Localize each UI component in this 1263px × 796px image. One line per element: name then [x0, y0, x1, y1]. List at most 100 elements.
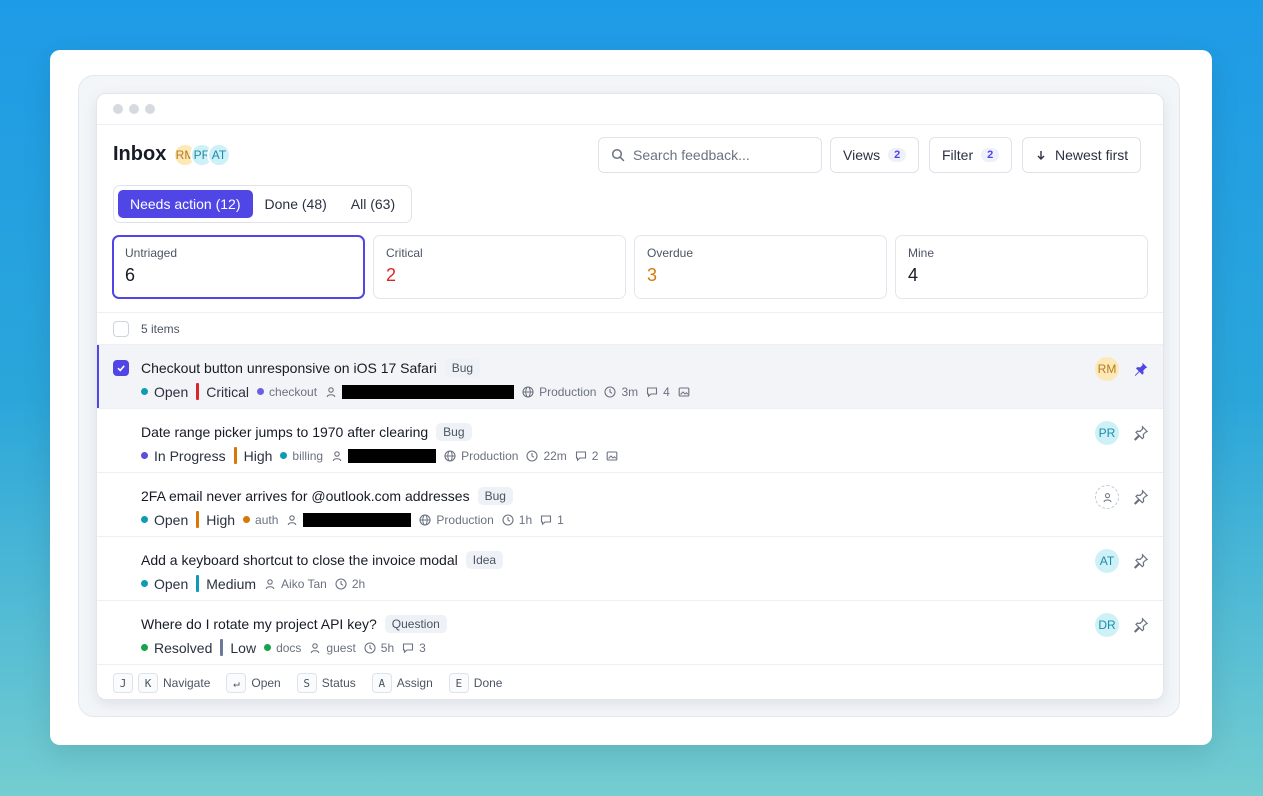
globe-icon [419, 513, 431, 526]
priority-bar [233, 447, 237, 464]
area-label: docs [264, 641, 301, 655]
search-input[interactable] [633, 147, 803, 163]
reporter [331, 448, 437, 463]
row-checkbox[interactable] [113, 360, 129, 376]
environment: Production [522, 385, 596, 399]
attachment [678, 386, 690, 398]
item-title[interactable]: Checkout button unresponsive on iOS 17 S… [141, 360, 437, 376]
search-box[interactable] [598, 137, 822, 173]
filter-button[interactable]: Filter 2 [929, 137, 1013, 173]
env-label: Production [539, 384, 597, 399]
reporter [325, 384, 515, 399]
tab-needs-action[interactable]: Needs action (12) [118, 190, 253, 218]
age-label: 22m [543, 448, 567, 463]
item-title[interactable]: Date range picker jumps to 1970 after cl… [141, 424, 428, 440]
list-item[interactable]: Checkout button unresponsive on iOS 17 S… [97, 345, 1163, 409]
user-icon [332, 450, 342, 461]
window-dot-close[interactable] [113, 104, 123, 114]
avatar[interactable]: AT [207, 143, 231, 167]
comment-count: 2 [591, 448, 599, 463]
status-indicator[interactable]: Resolved [141, 640, 212, 656]
sort-button[interactable]: Newest first [1022, 137, 1142, 173]
area-dot [243, 516, 251, 523]
team-avatars: RM PR AT [173, 143, 231, 167]
shortcut-assign: A Assign [371, 673, 433, 693]
age: 3m [604, 385, 638, 399]
age-label: 5h [380, 640, 395, 655]
stat-card-overdue[interactable]: Overdue 3 [634, 235, 887, 299]
area-dot [257, 388, 265, 395]
env-label: Production [436, 512, 494, 527]
list-item[interactable]: Date range picker jumps to 1970 after cl… [97, 409, 1163, 473]
item-title[interactable]: Where do I rotate my project API key? [141, 616, 377, 632]
comments: 4 [646, 385, 670, 399]
stat-cards: Untriaged 6 Critical 2 Overdue 3 Mine 4 [112, 235, 1148, 299]
stat-card-critical[interactable]: Critical 2 [373, 235, 626, 299]
assignee-avatar[interactable]: PR [1095, 421, 1119, 445]
status-indicator[interactable]: Open [141, 384, 188, 400]
item-title[interactable]: Add a keyboard shortcut to close the inv… [141, 552, 458, 568]
views-button[interactable]: Views 2 [830, 137, 920, 173]
assignee-avatar[interactable]: RM [1095, 357, 1119, 381]
status-label: In Progress [154, 447, 226, 464]
unassigned-avatar[interactable] [1095, 485, 1119, 509]
stat-value: 2 [386, 265, 397, 285]
tab-done[interactable]: Done (48) [253, 190, 339, 218]
status-label: Open [154, 575, 189, 592]
shortcut-navigate: J K Navigate [113, 673, 210, 693]
list-item[interactable]: 2FA email never arrives for @outlook.com… [97, 473, 1163, 537]
stat-card-untriaged[interactable]: Untriaged 6 [112, 235, 365, 299]
priority-indicator[interactable]: Low [220, 639, 256, 656]
item-count: 5 items [141, 321, 180, 336]
age-label: 2h [351, 576, 366, 591]
window-dot-maximize[interactable] [145, 104, 155, 114]
comment-icon [403, 642, 414, 653]
pin-icon[interactable] [1133, 425, 1149, 441]
area-label: billing [280, 449, 323, 463]
key-cap: ↵ [226, 673, 247, 693]
pin-icon[interactable] [1133, 617, 1149, 633]
list-item[interactable]: Where do I rotate my project API key? Qu… [97, 601, 1163, 665]
age: 1h [502, 513, 532, 527]
sort-label: Newest first [1055, 147, 1129, 163]
item-title[interactable]: 2FA email never arrives for @outlook.com… [141, 488, 470, 504]
type-tag: Idea [465, 551, 504, 569]
comment-icon [575, 450, 586, 461]
arrow-down-icon [1035, 149, 1047, 161]
attachment [606, 450, 618, 462]
assignee-avatar[interactable]: DR [1095, 613, 1119, 637]
window-dot-minimize[interactable] [129, 104, 139, 114]
priority-label: Critical [206, 383, 250, 400]
shortcut-status: S Status [296, 673, 356, 693]
type-tag: Bug [477, 487, 513, 505]
status-indicator[interactable]: In Progress [141, 448, 226, 464]
priority-indicator[interactable]: High [233, 447, 272, 464]
key-cap: E [448, 673, 469, 693]
status-dot [141, 580, 148, 587]
page-title: Inbox [113, 143, 167, 165]
stat-card-mine[interactable]: Mine 4 [895, 235, 1148, 299]
priority-indicator[interactable]: Medium [196, 575, 256, 592]
pin-icon[interactable] [1133, 489, 1149, 505]
status-indicator[interactable]: Open [141, 576, 188, 592]
priority-indicator[interactable]: High [196, 511, 235, 528]
select-all-checkbox[interactable] [113, 320, 129, 337]
stat-label: Overdue [647, 246, 694, 260]
views-label: Views [843, 147, 881, 163]
area-name: docs [276, 640, 302, 655]
status-dot [141, 516, 148, 523]
pin-icon[interactable] [1133, 553, 1149, 569]
shortcut-label: Navigate [163, 676, 211, 690]
assignee-avatar[interactable]: AT [1095, 549, 1119, 573]
pin-icon[interactable] [1133, 361, 1149, 377]
filter-label: Filter [942, 147, 974, 163]
list-item[interactable]: Add a keyboard shortcut to close the inv… [97, 537, 1163, 601]
status-indicator[interactable]: Open [141, 512, 188, 528]
type-tag: Question [384, 615, 447, 633]
comment-icon [541, 514, 552, 525]
tab-all[interactable]: All (63) [339, 190, 407, 218]
age-label: 3m [621, 384, 639, 399]
priority-indicator[interactable]: Critical [196, 383, 249, 400]
reporter: guest [309, 641, 356, 655]
area-label: checkout [257, 385, 317, 399]
